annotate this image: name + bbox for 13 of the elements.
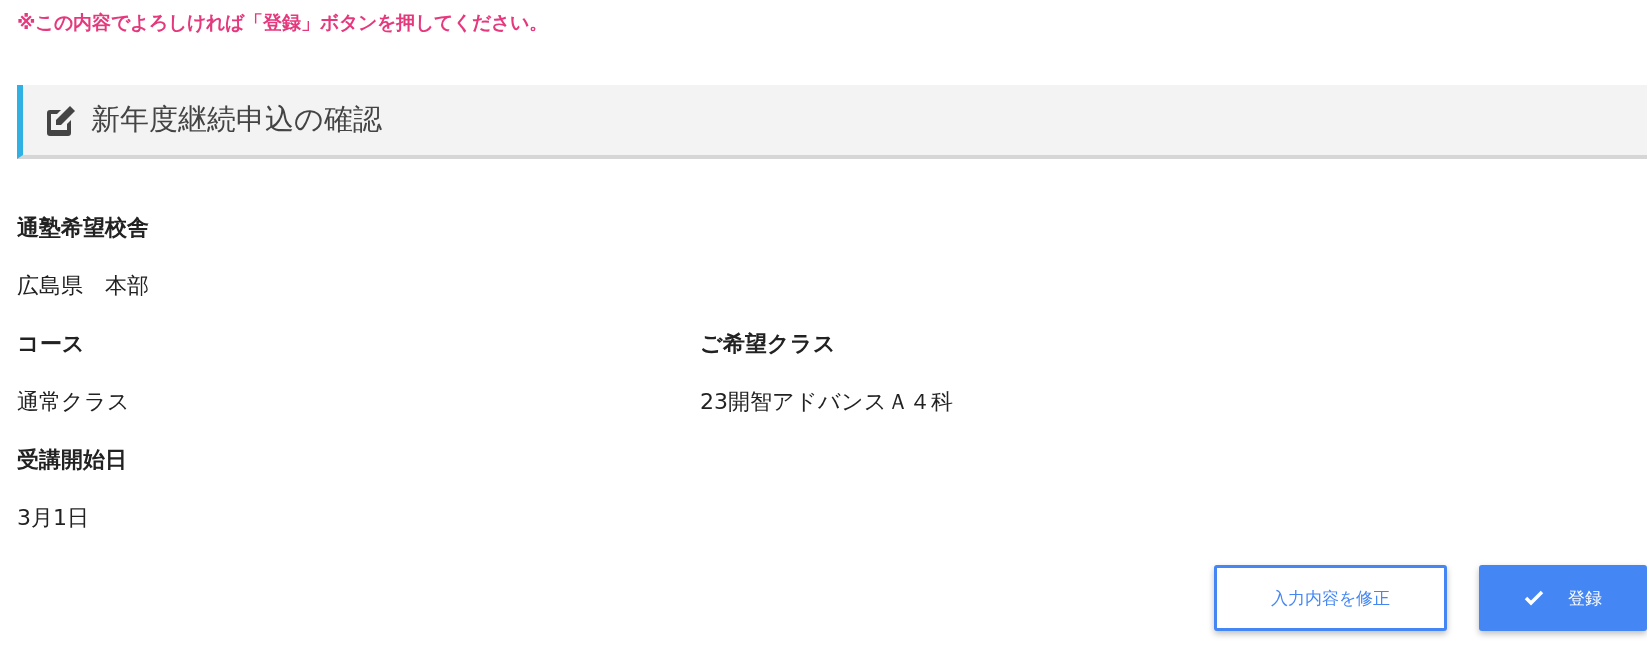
section-title: 新年度継続申込の確認 (91, 101, 382, 138)
register-button[interactable]: 登録 (1479, 565, 1647, 631)
edit-button[interactable]: 入力内容を修正 (1214, 565, 1447, 631)
check-icon (1524, 590, 1544, 606)
field-label: 通塾希望校舎 (17, 214, 150, 242)
field-value: 広島県 本部 (17, 272, 150, 300)
field-value: 3月1日 (17, 504, 90, 532)
field-label: 受講開始日 (17, 446, 128, 474)
field-label: ご希望クラス (700, 330, 837, 358)
field-label: コース (17, 330, 86, 358)
field-value: 23開智アドバンスＡ４科 (700, 388, 954, 416)
field-value: 通常クラス (17, 388, 131, 416)
notice-text: ※この内容でよろしければ「登録」ボタンを押してください。 (17, 10, 550, 35)
